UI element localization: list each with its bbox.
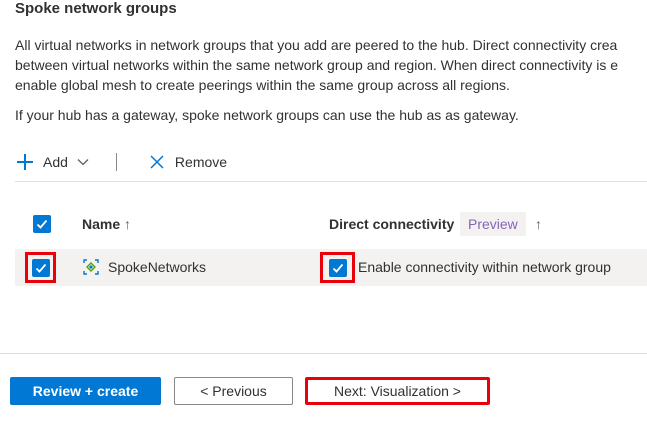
sort-ascending-icon[interactable]: ↑ bbox=[535, 216, 542, 232]
network-group-icon bbox=[83, 259, 99, 275]
row-checkbox[interactable] bbox=[32, 259, 50, 277]
checkmark-icon bbox=[36, 219, 48, 229]
add-button[interactable]: Add bbox=[15, 152, 90, 172]
next-button-label: Next: Visualization > bbox=[334, 383, 461, 399]
remove-button[interactable]: Remove bbox=[147, 152, 227, 172]
toolbar-divider bbox=[115, 153, 117, 171]
previous-button[interactable]: < Previous bbox=[174, 377, 293, 405]
description-line-1: All virtual networks in network groups t… bbox=[15, 37, 618, 53]
select-all-checkbox[interactable] bbox=[33, 215, 51, 233]
connectivity-checkbox[interactable] bbox=[329, 259, 347, 277]
chevron-down-icon bbox=[76, 155, 90, 169]
gateway-note: If your hub has a gateway, spoke network… bbox=[15, 107, 519, 123]
checkmark-icon bbox=[332, 263, 344, 273]
column-header-direct-connectivity[interactable]: Direct connectivity bbox=[329, 216, 454, 232]
connectivity-label: Enable connectivity within network group bbox=[358, 259, 611, 275]
plus-icon bbox=[15, 152, 35, 172]
grid-header: Name ↑ Direct connectivity Preview ↑ bbox=[15, 210, 647, 238]
add-label: Add bbox=[43, 154, 68, 170]
review-create-button[interactable]: Review + create bbox=[10, 377, 161, 405]
column-name-label: Name bbox=[82, 216, 121, 232]
preview-badge: Preview bbox=[460, 212, 526, 236]
row-name[interactable]: SpokeNetworks bbox=[108, 259, 206, 275]
next-visualization-button[interactable]: Next: Visualization > bbox=[305, 377, 490, 405]
section-description: All virtual networks in network groups t… bbox=[15, 35, 647, 95]
toolbar: Add Remove bbox=[15, 148, 227, 176]
table-row[interactable]: SpokeNetworks Enable connectivity within… bbox=[15, 249, 647, 286]
sort-ascending-icon: ↑ bbox=[124, 216, 132, 232]
description-line-3: enable global mesh to create peerings wi… bbox=[15, 77, 510, 93]
section-title: Spoke network groups bbox=[15, 0, 177, 17]
close-icon bbox=[147, 152, 167, 172]
checkmark-icon bbox=[35, 263, 47, 273]
description-line-2: between virtual networks within the same… bbox=[15, 57, 619, 73]
toolbar-divider-line bbox=[15, 181, 647, 182]
remove-label: Remove bbox=[174, 154, 228, 170]
column-header-name[interactable]: Name ↑ bbox=[82, 216, 131, 232]
footer-divider bbox=[0, 353, 647, 354]
